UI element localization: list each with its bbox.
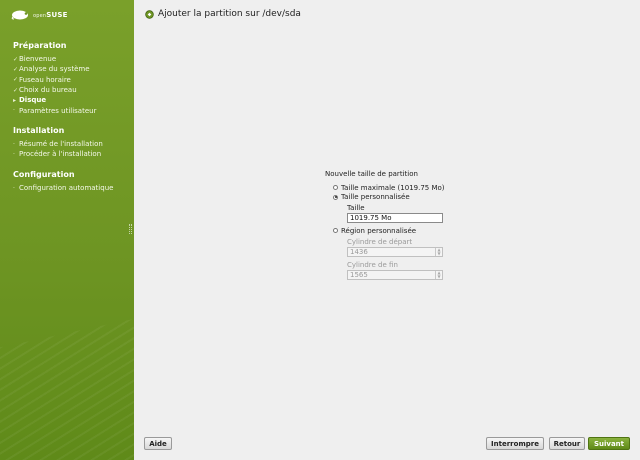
custom-region-radio[interactable] bbox=[333, 228, 338, 234]
sidebar-item-label: Résumé de l'installation bbox=[19, 140, 103, 149]
back-button[interactable]: Retour bbox=[549, 437, 585, 450]
chameleon-logo-icon bbox=[11, 10, 28, 20]
sidebar-item-bureau[interactable]: ✓ Choix du bureau bbox=[13, 85, 96, 95]
logo-prefix: open bbox=[33, 13, 47, 19]
sidebar-item-label: Paramètres utilisateur bbox=[19, 106, 97, 115]
custom-size-label: Taille personnalisée bbox=[341, 193, 410, 202]
custom-size-fields: Taille bbox=[347, 204, 455, 223]
max-size-radio[interactable] bbox=[333, 185, 338, 191]
start-cylinder-spinbox[interactable]: 1436 ▲ ▼ bbox=[347, 246, 443, 257]
partition-icon bbox=[145, 9, 154, 19]
sidebar-item-analyse[interactable]: ✓ Analyse du système bbox=[13, 64, 96, 74]
sidebar-item-label: Disque bbox=[19, 96, 47, 105]
end-cylinder-value: 1565 bbox=[350, 270, 368, 279]
end-cylinder-label: Cylindre de fin bbox=[347, 260, 398, 269]
partition-size-form: Nouvelle taille de partition Taille maxi… bbox=[325, 170, 455, 280]
nav-list-installation: · Résumé de l'installation · Procéder à l'… bbox=[13, 139, 103, 160]
custom-size-radio[interactable] bbox=[333, 194, 338, 200]
logo-name: SUSE bbox=[46, 11, 68, 19]
max-size-option[interactable]: Taille maximale (1019.75 Mo) bbox=[333, 183, 455, 193]
sidebar-item-utilisateur[interactable]: · Paramètres utilisateur bbox=[13, 105, 96, 115]
sidebar-resize-handle[interactable] bbox=[129, 224, 132, 234]
sidebar-item-label: Fuseau horaire bbox=[19, 75, 71, 84]
help-button[interactable]: Aide bbox=[144, 437, 172, 450]
page-title: Ajouter la partition sur /dev/sda bbox=[158, 9, 301, 19]
opensuse-logo: openSUSE bbox=[11, 8, 68, 20]
nav-list-preparation: ✓ Bienvenue ✓ Analyse du système ✓ Fuseau h… bbox=[13, 54, 96, 116]
custom-region-fields: Cylindre de départ 1436 ▲ ▼ Cylindre de … bbox=[347, 238, 455, 280]
sidebar: openSUSE Préparation ✓ Bienvenue ✓ Analyse… bbox=[0, 0, 134, 460]
sidebar-item-resume[interactable]: · Résumé de l'installation bbox=[13, 139, 103, 149]
section-title-installation: Installation bbox=[13, 126, 65, 135]
page-header: Ajouter la partition sur /dev/sda bbox=[145, 9, 301, 19]
custom-size-option[interactable]: Taille personnalisée bbox=[333, 193, 455, 203]
sidebar-item-disque[interactable]: ▸ Disque bbox=[13, 95, 96, 105]
sidebar-item-label: Analyse du système bbox=[19, 65, 90, 74]
max-size-label: Taille maximale (1019.75 Mo) bbox=[341, 183, 445, 192]
sidebar-item-proceder[interactable]: · Procéder à l'installation bbox=[13, 149, 103, 159]
group-label: Nouvelle taille de partition bbox=[325, 170, 418, 178]
sidebar-item-label: Configuration automatique bbox=[19, 184, 114, 193]
sidebar-item-label: Choix du bureau bbox=[19, 86, 77, 95]
start-cylinder-value: 1436 bbox=[350, 247, 368, 256]
start-cylinder-label: Cylindre de départ bbox=[347, 237, 413, 246]
sidebar-item-fuseau[interactable]: ✓ Fuseau horaire bbox=[13, 75, 96, 85]
sidebar-item-config-auto[interactable]: · Configuration automatique bbox=[13, 183, 113, 193]
next-button[interactable]: Suivant bbox=[588, 437, 630, 450]
spin-down-icon[interactable]: ▼ bbox=[436, 251, 442, 256]
abort-button[interactable]: Interrompre bbox=[486, 437, 544, 450]
sidebar-item-label: Procéder à l'installation bbox=[19, 150, 102, 159]
main-panel: Ajouter la partition sur /dev/sda Nouvel… bbox=[134, 0, 640, 460]
custom-region-label: Région personnalisée bbox=[341, 226, 417, 235]
sidebar-item-bienvenue[interactable]: ✓ Bienvenue bbox=[13, 54, 96, 64]
end-cylinder-spinbox[interactable]: 1565 ▲ ▼ bbox=[347, 269, 443, 280]
size-input[interactable] bbox=[347, 213, 443, 223]
section-title-configuration: Configuration bbox=[13, 170, 75, 179]
section-title-preparation: Préparation bbox=[13, 41, 67, 50]
sidebar-item-label: Bienvenue bbox=[19, 55, 57, 64]
spin-down-icon[interactable]: ▼ bbox=[436, 274, 442, 279]
nav-list-configuration: · Configuration automatique bbox=[13, 183, 113, 193]
size-field-label: Taille bbox=[347, 204, 365, 212]
custom-region-option[interactable]: Région personnalisée bbox=[333, 226, 455, 236]
